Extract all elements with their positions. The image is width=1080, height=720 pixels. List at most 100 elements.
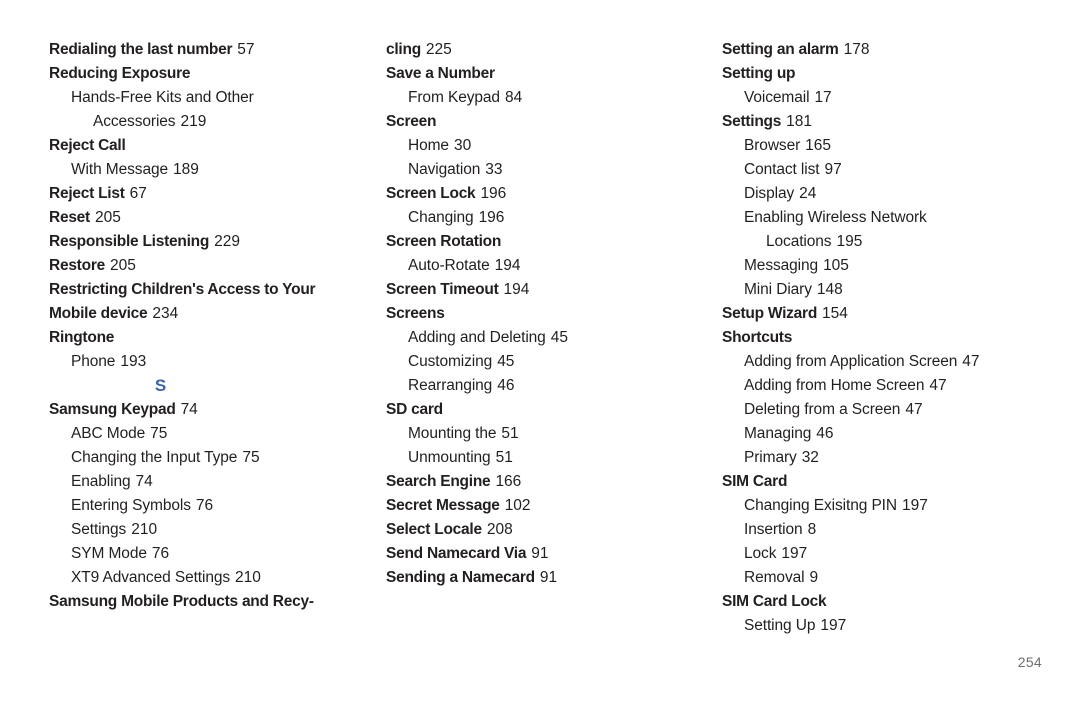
index-entry-subterm: Phone 193 xyxy=(71,350,330,374)
entry-page-number: 193 xyxy=(120,353,147,370)
index-column-2: cling 225 Save a Number From Keypad 84 Screen… xyxy=(336,38,672,590)
entry-page-number: 195 xyxy=(836,233,863,250)
entry-page-number: 210 xyxy=(235,569,261,586)
index-entry-term: SD card xyxy=(386,398,666,422)
index-entry-term: Responsible Listening 229 xyxy=(49,230,330,254)
index-entry-term: Shortcuts xyxy=(722,326,1002,350)
entry-label: Accessories xyxy=(93,113,176,130)
index-entry-subterm: Changing 196 xyxy=(408,206,666,230)
index-entry-term: Restore 205 xyxy=(49,254,330,278)
entry-label: Setting an alarm xyxy=(722,41,839,58)
entry-label: Hands-Free Kits and Other xyxy=(71,89,254,106)
index-entry-subterm: ABC Mode 75 xyxy=(71,422,330,446)
index-entry-term: Samsung Keypad 74 xyxy=(49,398,330,422)
entry-label: Removal xyxy=(744,569,805,586)
entry-page-number: 197 xyxy=(901,497,928,514)
index-entry-subterm: Adding from Application Screen 47 xyxy=(744,350,1002,374)
entry-page-number: 51 xyxy=(501,425,519,442)
entry-label: Browser xyxy=(744,137,801,154)
entry-page-number: 154 xyxy=(822,305,848,322)
entry-label: SYM Mode xyxy=(71,545,147,562)
index-entry-term: Sending a Namecard 91 xyxy=(386,566,666,590)
index-entry-term: Screen Timeout 194 xyxy=(386,278,666,302)
entry-page-number: 46 xyxy=(816,425,834,442)
index-entry-term: Settings 181 xyxy=(722,110,1002,134)
entry-label: cling xyxy=(386,41,421,58)
entry-label: Deleting from a Screen xyxy=(744,401,901,418)
entry-label: Setting Up xyxy=(744,617,816,634)
entry-page-number: 47 xyxy=(905,401,923,418)
entry-page-number: 178 xyxy=(843,41,870,58)
entry-page-number: 45 xyxy=(497,353,515,370)
index-entry-subterm: Browser 165 xyxy=(744,134,1002,158)
entry-label: Screen xyxy=(386,113,437,130)
index-entry-subterm: Hands-Free Kits and Other xyxy=(71,86,330,110)
index-entry-term: Secret Message 102 xyxy=(386,494,666,518)
entry-label: Setup Wizard xyxy=(722,305,818,322)
index-entry-subterm: With Message 189 xyxy=(71,158,330,182)
entry-label: Mini Diary xyxy=(744,281,812,298)
entry-page-number: 210 xyxy=(131,521,158,538)
entry-label: Unmounting xyxy=(408,449,491,466)
entry-label: Screen Lock xyxy=(386,185,476,202)
index-entry-subterm: Enabling Wireless Network xyxy=(744,206,1002,230)
index-entry-term: Screens xyxy=(386,302,666,326)
entry-label: Reject Call xyxy=(49,137,126,154)
entry-page-number: 166 xyxy=(495,473,522,490)
entry-label: With Message xyxy=(71,161,168,178)
entry-label: Home xyxy=(408,137,449,154)
entry-label: Primary xyxy=(744,449,797,466)
entry-label: Secret Message xyxy=(386,497,500,514)
index-entry-term: Ringtone xyxy=(49,326,330,350)
entry-label: Rearranging xyxy=(408,377,493,394)
entry-label: Search Engine xyxy=(386,473,491,490)
entry-label: Samsung Keypad xyxy=(49,401,176,418)
index-entry-subterm: Enabling 74 xyxy=(71,470,330,494)
entry-label: Shortcuts xyxy=(722,329,793,346)
entry-label: Ringtone xyxy=(49,329,115,346)
entry-page-number: 75 xyxy=(242,449,260,466)
index-entry-term: Reset 205 xyxy=(49,206,330,230)
index-entry-term: Restricting Children's Access to Your xyxy=(49,278,330,302)
entry-page-number: 91 xyxy=(531,545,549,562)
index-entry-subterm: Home 30 xyxy=(408,134,666,158)
entry-label: Mobile device xyxy=(49,305,148,322)
index-entry-term: Screen xyxy=(386,110,666,134)
index-entry-term: Select Locale 208 xyxy=(386,518,666,542)
index-entry-term: Screen Lock 196 xyxy=(386,182,666,206)
entry-page-number: 57 xyxy=(237,41,255,58)
index-entry-subterm: Locations 195 xyxy=(766,230,1002,254)
entry-label: Changing the Input Type xyxy=(71,449,238,466)
entry-page-number: 189 xyxy=(173,161,199,178)
entry-label: Setting up xyxy=(722,65,796,82)
entry-page-number: 32 xyxy=(801,449,819,466)
entry-label: Samsung Mobile Products and Recy- xyxy=(49,593,314,610)
entry-label: Navigation xyxy=(408,161,481,178)
entry-label: XT9 Advanced Settings xyxy=(71,569,231,586)
entry-label: Managing xyxy=(744,425,812,442)
index-entry-term: Mobile device 234 xyxy=(49,302,330,326)
entry-page-number: 225 xyxy=(425,41,452,58)
index-entry-subterm: Primary 32 xyxy=(744,446,1002,470)
entry-page-number: 8 xyxy=(807,521,817,538)
entry-label: ABC Mode xyxy=(71,425,146,442)
index-entry-subterm: Changing the Input Type 75 xyxy=(71,446,330,470)
entry-label: Restore xyxy=(49,257,105,274)
index-entry-subterm: Customizing 45 xyxy=(408,350,666,374)
entry-label: Sending a Namecard xyxy=(386,569,535,586)
index-column-1: Redialing the last number 57 Reducing Expo… xyxy=(0,38,336,614)
entry-page-number: 105 xyxy=(823,257,849,274)
index-entry-subterm: Settings 210 xyxy=(71,518,330,542)
entry-label: Voicemail xyxy=(744,89,810,106)
index-entry-subterm: Mounting the 51 xyxy=(408,422,666,446)
entry-label: Send Namecard Via xyxy=(386,545,527,562)
entry-page-number: 75 xyxy=(150,425,168,442)
entry-label: Enabling Wireless Network xyxy=(744,209,927,226)
entry-page-number: 196 xyxy=(478,209,505,226)
entry-label: Settings xyxy=(71,521,127,538)
index-columns: Redialing the last number 57 Reducing Expo… xyxy=(0,38,1080,638)
index-entry-subterm: Accessories 219 xyxy=(93,110,330,134)
index-entry-term: Samsung Mobile Products and Recy- xyxy=(49,590,330,614)
entry-page-number: 197 xyxy=(781,545,808,562)
entry-page-number: 219 xyxy=(180,113,207,130)
